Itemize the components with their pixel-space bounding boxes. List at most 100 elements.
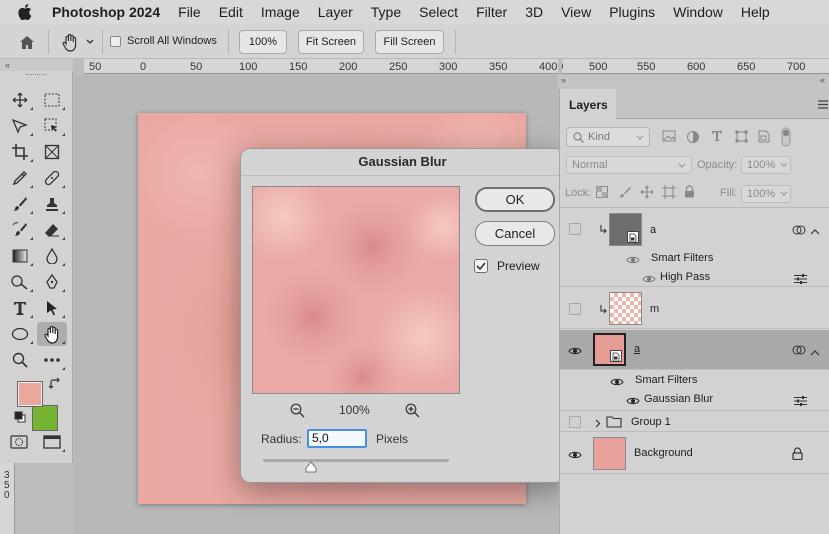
- fill-chevron-icon[interactable]: [780, 191, 788, 197]
- layer-row[interactable]: m: [560, 288, 829, 329]
- radius-slider-thumb[interactable]: [305, 461, 317, 473]
- eraser-tool-icon[interactable]: [37, 218, 67, 242]
- filter-pixel-icon[interactable]: [662, 130, 676, 144]
- menu-filter[interactable]: Filter: [476, 4, 507, 20]
- lock-image-pixels-icon[interactable]: [619, 186, 631, 198]
- lock-transparent-pixels-icon[interactable]: [596, 186, 608, 198]
- background-color-swatch[interactable]: [32, 405, 58, 431]
- collapse-chevron-icon[interactable]: [810, 345, 820, 356]
- menu-select[interactable]: Select: [419, 4, 458, 20]
- layer-thumbnail[interactable]: [593, 437, 626, 470]
- eyedropper-tool-icon[interactable]: [5, 166, 35, 190]
- object-selection-tool-icon[interactable]: [37, 114, 67, 138]
- menu-help[interactable]: Help: [741, 4, 770, 20]
- dodge-tool-icon[interactable]: [5, 270, 35, 294]
- lasso-tool-icon[interactable]: [5, 114, 35, 138]
- lock-position-icon[interactable]: [640, 185, 654, 199]
- layer-visibility-toggle[interactable]: [569, 416, 581, 428]
- expand-chevron-icon[interactable]: [595, 417, 603, 428]
- blend-mode-dropdown[interactable]: Normal: [566, 156, 692, 174]
- smart-filters-row[interactable]: Smart Filters Gaussian Blur: [560, 371, 829, 411]
- layer-thumbnail[interactable]: [609, 292, 642, 325]
- tools-panel-header[interactable]: «: [0, 59, 73, 71]
- radius-slider-track[interactable]: [263, 459, 449, 462]
- filter-toggle-icon[interactable]: [781, 127, 793, 147]
- more-tools-icon[interactable]: [37, 348, 67, 372]
- frame-tool-icon[interactable]: [37, 140, 67, 164]
- filter-shape-icon[interactable]: [735, 130, 749, 144]
- scroll-all-windows-checkbox[interactable]: [110, 36, 121, 47]
- layer-thumbnail[interactable]: [593, 333, 626, 366]
- filter-adjustment-icon[interactable]: [686, 130, 700, 144]
- eye-icon[interactable]: [568, 345, 582, 355]
- menu-window[interactable]: Window: [673, 4, 723, 20]
- brush-tool-icon[interactable]: [5, 192, 35, 216]
- filter-name[interactable]: High Pass: [660, 271, 710, 283]
- layer-row[interactable]: a Smart Filters High Pass: [560, 209, 829, 287]
- menu-file[interactable]: File: [178, 4, 201, 20]
- ok-button[interactable]: OK: [475, 187, 555, 212]
- fill-screen-button[interactable]: Fill Screen: [375, 30, 444, 54]
- menu-view[interactable]: View: [561, 4, 591, 20]
- healing-brush-tool-icon[interactable]: [37, 166, 67, 190]
- layer-visibility-toggle[interactable]: [569, 303, 581, 315]
- preview-checkbox[interactable]: [474, 259, 488, 273]
- layer-row-selected[interactable]: a: [560, 330, 829, 370]
- home-icon[interactable]: [16, 32, 38, 52]
- hand-tool-preset-icon[interactable]: [58, 31, 82, 53]
- app-menu[interactable]: Photoshop 2024: [52, 4, 160, 20]
- screen-mode-icon[interactable]: [37, 430, 67, 454]
- filter-blending-options-icon[interactable]: [794, 395, 808, 406]
- eye-icon[interactable]: [626, 395, 640, 405]
- menu-3d[interactable]: 3D: [525, 4, 543, 20]
- marquee-tool-icon[interactable]: [37, 88, 67, 112]
- default-colors-icon[interactable]: [14, 411, 26, 423]
- clone-stamp-tool-icon[interactable]: [37, 192, 67, 216]
- filter-smart-object-icon[interactable]: [758, 130, 772, 144]
- eye-icon[interactable]: [610, 376, 624, 386]
- swap-colors-icon[interactable]: [48, 377, 62, 391]
- menu-image[interactable]: Image: [261, 4, 300, 20]
- quick-mask-icon[interactable]: [4, 430, 34, 454]
- path-selection-tool-icon[interactable]: [37, 296, 67, 320]
- lock-icon[interactable]: [792, 447, 804, 461]
- apple-icon[interactable]: [18, 2, 36, 22]
- menu-edit[interactable]: Edit: [219, 4, 243, 20]
- collapse-chevron-icon[interactable]: [810, 224, 820, 235]
- zoom-100-button[interactable]: 100%: [239, 30, 287, 54]
- layer-visibility-toggle[interactable]: [569, 223, 581, 235]
- move-tool-icon[interactable]: [5, 88, 35, 112]
- eye-icon[interactable]: [568, 449, 582, 459]
- filter-name[interactable]: Gaussian Blur: [644, 393, 713, 405]
- gradient-tool-icon[interactable]: [5, 244, 35, 268]
- opacity-chevron-icon[interactable]: [780, 162, 788, 168]
- zoom-tool-icon[interactable]: [5, 348, 35, 372]
- radius-input[interactable]: 5,0: [307, 429, 367, 448]
- menu-plugins[interactable]: Plugins: [609, 4, 655, 20]
- filter-type-icon[interactable]: [711, 130, 725, 144]
- zoom-out-icon[interactable]: [289, 402, 305, 418]
- filter-blending-options-icon[interactable]: [794, 273, 808, 284]
- layer-row[interactable]: Background: [560, 433, 829, 474]
- foreground-color-swatch[interactable]: [17, 381, 43, 407]
- hand-tool-icon[interactable]: [37, 322, 67, 346]
- chevron-down-icon[interactable]: [84, 36, 96, 48]
- lock-artboard-icon[interactable]: [662, 185, 676, 199]
- zoom-in-icon[interactable]: [404, 402, 420, 418]
- panel-menu-icon[interactable]: [818, 98, 828, 109]
- layer-filter-kind[interactable]: Kind: [566, 127, 650, 147]
- pen-tool-icon[interactable]: [37, 270, 67, 294]
- blur-preview[interactable]: [252, 186, 460, 394]
- cancel-button[interactable]: Cancel: [475, 221, 555, 246]
- fit-screen-button[interactable]: Fit Screen: [298, 30, 364, 54]
- layer-group-row[interactable]: Group 1: [560, 412, 829, 432]
- lock-all-icon[interactable]: [684, 185, 696, 199]
- crop-tool-icon[interactable]: [5, 140, 35, 164]
- ellipse-tool-icon[interactable]: [5, 322, 35, 346]
- eye-icon[interactable]: [626, 254, 640, 264]
- history-brush-tool-icon[interactable]: [5, 218, 35, 242]
- layers-tab[interactable]: Layers: [560, 89, 616, 120]
- eye-icon[interactable]: [642, 273, 656, 283]
- type-tool-icon[interactable]: [5, 296, 35, 320]
- layer-thumbnail[interactable]: [609, 213, 642, 246]
